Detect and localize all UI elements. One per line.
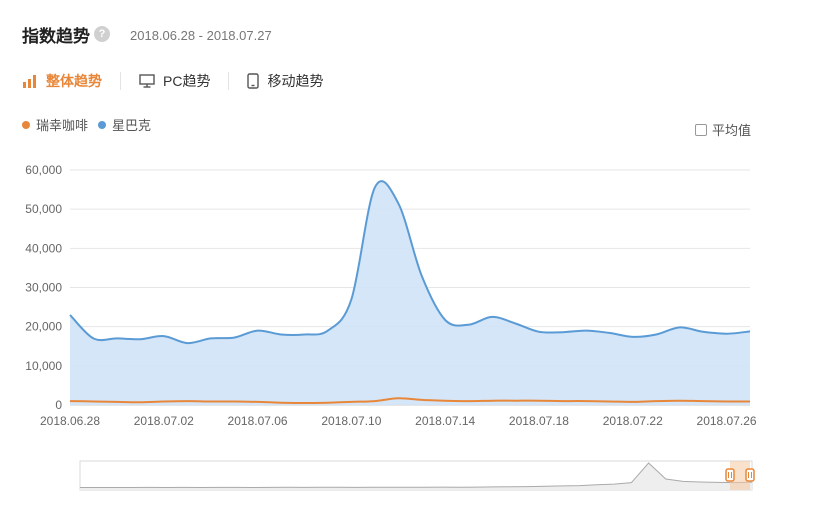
tab-mobile-trend[interactable]: 移动趋势 (247, 71, 323, 91)
average-label: 平均值 (712, 123, 752, 138)
help-icon[interactable]: ? (94, 26, 110, 42)
tab-pc-trend[interactable]: PC趋势 (139, 71, 210, 91)
y-tick-label: 10,000 (25, 359, 62, 373)
average-toggle[interactable]: 平均值 (695, 120, 751, 139)
mobile-phone-icon (247, 73, 260, 89)
tab-overall-trend[interactable]: 整体趋势 (22, 71, 102, 91)
navigator-right-handle[interactable] (745, 468, 755, 482)
legend-item-starbucks[interactable]: 星巴克 (98, 115, 151, 134)
x-tick-label: 2018.07.26 (697, 414, 757, 428)
tab-label: 移动趋势 (267, 73, 324, 89)
legend-dot (98, 120, 107, 129)
tab-label: 整体趋势 (46, 73, 102, 89)
x-tick-label: 2018.07.14 (415, 414, 475, 428)
average-checkbox[interactable] (695, 123, 707, 136)
page-title: 指数趋势 (22, 27, 90, 46)
navigator-left-handle[interactable] (725, 468, 735, 482)
y-tick-label: 30,000 (25, 281, 62, 295)
legend-label: 星巴克 (112, 118, 152, 133)
legend-label: 瑞幸咖啡 (36, 118, 89, 133)
bar-chart-icon (22, 74, 38, 88)
y-tick-label: 20,000 (25, 320, 62, 334)
chart-legend: 瑞幸咖啡 星巴克 (22, 115, 161, 134)
legend-item-luckin[interactable]: 瑞幸咖啡 (22, 115, 88, 134)
tab-divider (120, 72, 121, 90)
y-tick-label: 50,000 (25, 202, 62, 216)
x-tick-label: 2018.07.18 (509, 414, 569, 428)
tab-label: PC趋势 (163, 73, 211, 89)
x-tick-label: 2018.07.02 (134, 414, 194, 428)
monitor-icon (139, 74, 155, 88)
y-tick-label: 0 (55, 398, 62, 412)
legend-dot (22, 120, 30, 129)
y-tick-label: 60,000 (25, 163, 62, 177)
date-range: 2018.06.28 - 2018.07.27 (130, 28, 272, 43)
trend-tabs: 整体趋势 PC趋势 移动趋势 (22, 70, 323, 92)
handle-grip[interactable] (725, 468, 735, 482)
y-tick-label: 40,000 (25, 241, 62, 255)
range-navigator[interactable] (0, 455, 820, 500)
handle-grip[interactable] (745, 468, 755, 482)
trend-chart: 0 10,000 20,000 30,000 40,000 50,000 60,000 201… (25, 163, 757, 428)
series-area-starbucks (70, 181, 750, 405)
x-tick-label: 2018.07.10 (321, 414, 381, 428)
x-tick-label: 2018.06.28 (40, 414, 100, 428)
x-tick-label: 2018.07.06 (228, 414, 288, 428)
x-tick-label: 2018.07.22 (603, 414, 663, 428)
tab-divider (228, 72, 230, 90)
